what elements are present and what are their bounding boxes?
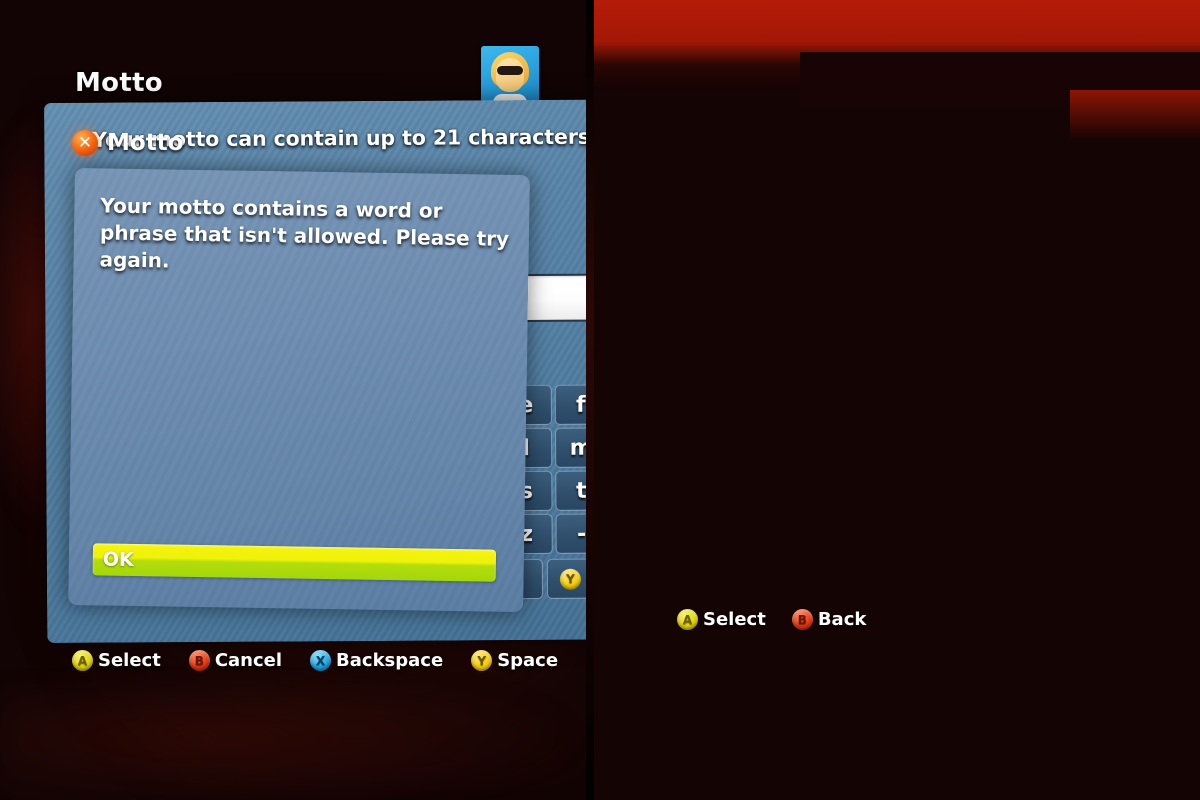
- legend-backspace[interactable]: X Backspace: [310, 650, 443, 671]
- background-glare: [800, 52, 1200, 107]
- button-legend-right: A Select B Back: [677, 609, 866, 630]
- legend-label: Select: [98, 650, 161, 671]
- background-glare: [0, 690, 590, 800]
- legend-space[interactable]: Y Space: [471, 650, 558, 671]
- y-button-icon: Y: [559, 568, 581, 590]
- ok-button[interactable]: OK: [92, 543, 497, 582]
- legend-label: Backspace: [336, 650, 444, 671]
- a-button-icon: A: [72, 650, 93, 671]
- error-message-text: Your motto contains a word or phrase tha…: [99, 193, 510, 273]
- legend-label: Select: [703, 609, 766, 630]
- key-f[interactable]: f: [554, 384, 590, 425]
- button-legend-left: A Select B Cancel X Backspace Y Space: [72, 650, 558, 671]
- key-label: t: [576, 478, 587, 504]
- page-title: Motto: [75, 68, 163, 98]
- legend-label: Cancel: [214, 650, 283, 671]
- key-label: f: [575, 392, 586, 418]
- error-dialog: Your motto contains a word or phrase tha…: [68, 168, 530, 613]
- right-photo-panel: [590, 0, 1200, 800]
- y-button-icon: Y: [471, 650, 493, 671]
- legend-back[interactable]: B Back: [791, 609, 867, 630]
- legend-label: Space: [497, 650, 559, 671]
- legend-cancel[interactable]: B Cancel: [188, 650, 283, 671]
- error-x-icon: ✕: [72, 130, 98, 156]
- b-button-icon: B: [188, 650, 210, 671]
- legend-select[interactable]: A Select: [677, 609, 766, 630]
- dialog-titlebar: ✕ Motto: [72, 130, 183, 156]
- background-glare: [590, 0, 1200, 90]
- background-glare: [1070, 90, 1200, 138]
- key-hyphen[interactable]: -: [555, 513, 590, 554]
- photo-seam: [590, 0, 594, 800]
- legend-select[interactable]: A Select: [72, 650, 161, 671]
- key-m[interactable]: m: [554, 427, 590, 468]
- screenshot-stage: Motto Your motto can contain up to 21 ch…: [0, 0, 1200, 800]
- legend-label: Back: [817, 609, 867, 630]
- ok-button-label: OK: [102, 548, 134, 571]
- key-label: -: [576, 521, 587, 547]
- key-t[interactable]: t: [555, 470, 590, 511]
- avatar-sunglasses-icon: [497, 66, 523, 75]
- b-button-icon: B: [791, 609, 813, 630]
- x-button-icon: X: [310, 650, 332, 671]
- dialog-title: Motto: [107, 130, 184, 156]
- avatar-face-icon: [496, 58, 524, 92]
- space-key[interactable]: Y Space: [546, 557, 590, 599]
- a-button-icon: A: [677, 609, 698, 630]
- key-label: m: [569, 435, 590, 461]
